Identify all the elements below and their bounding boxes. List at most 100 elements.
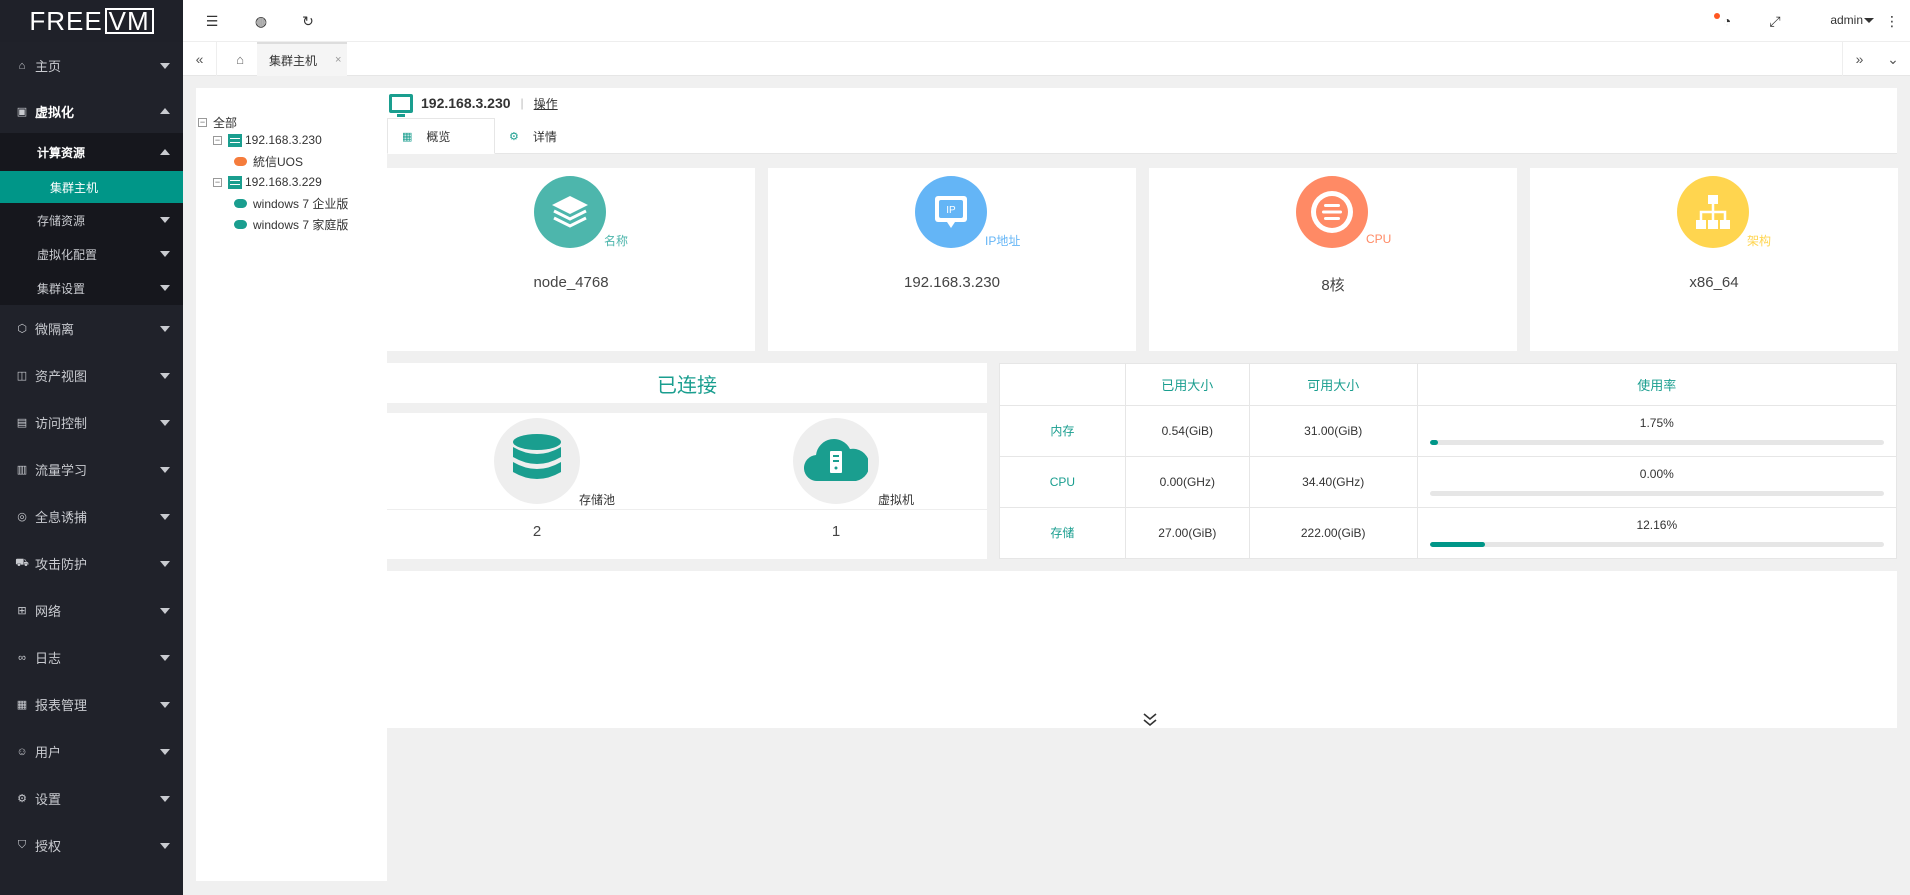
more-vertical-icon[interactable]: ⋮ bbox=[1883, 12, 1901, 30]
card-value: 8核 bbox=[1321, 277, 1345, 294]
sidebar-item-settings[interactable]: ⚙ 设置 bbox=[0, 775, 183, 822]
sitemap-icon bbox=[1677, 176, 1749, 248]
column-header: 可用大小 bbox=[1248, 363, 1418, 406]
sidebar-item-honeypot[interactable]: ◎ 全息诱捕 bbox=[0, 493, 183, 540]
usage-rate-cell: 1.75% bbox=[1416, 404, 1898, 457]
usage-rate-cell: 12.16% bbox=[1416, 506, 1898, 560]
vm-label: 虚拟机 bbox=[878, 493, 915, 507]
refresh-icon[interactable]: ↻ bbox=[299, 12, 317, 30]
sidebar-item-label: 微隔离 bbox=[35, 322, 75, 337]
sidebar-item-traffic-learning[interactable]: ▥ 流量学习 bbox=[0, 446, 183, 493]
target-icon: ◎ bbox=[17, 511, 27, 523]
fullscreen-icon[interactable]: ⤢ bbox=[1766, 12, 1784, 30]
separator: | bbox=[520, 96, 524, 110]
sidebar-item-asset-view[interactable]: ◫ 资产视图 bbox=[0, 352, 183, 399]
car-icon: ⛟ bbox=[15, 556, 29, 569]
sidebar-item-license[interactable]: ⛉ 授权 bbox=[0, 822, 183, 869]
chevron-down-icon bbox=[160, 251, 170, 257]
tree-node-host[interactable]: − 192.168.3.230 bbox=[213, 131, 322, 149]
host-tree: − 全部 − 192.168.3.230 統信UOS − 192.168.3.2… bbox=[196, 88, 387, 881]
tree-node-vm[interactable]: windows 7 家庭版 bbox=[234, 215, 348, 233]
free-cell: 222.00(GiB) bbox=[1248, 506, 1418, 560]
tabs-scroll-right-icon[interactable]: » bbox=[1842, 42, 1876, 76]
link-icon: ∞ bbox=[18, 651, 26, 664]
info-card-name: 名称 node_4768 bbox=[387, 168, 755, 351]
sidebar-item-label: 计算资源 bbox=[37, 145, 86, 160]
close-icon[interactable]: × bbox=[335, 54, 341, 66]
sidebar-item-virtualization[interactable]: ▣ 虚拟化 bbox=[0, 89, 183, 133]
chevron-down-icon bbox=[160, 372, 170, 379]
gear-icon: ⚙ bbox=[17, 793, 27, 805]
home-tab-icon[interactable]: ⌂ bbox=[223, 42, 257, 76]
sidebar-item-reports[interactable]: ▦ 报表管理 bbox=[0, 681, 183, 728]
used-cell: 0.00(GHz) bbox=[1124, 455, 1250, 508]
sidebar-item-micro-segmentation[interactable]: ⬡ 微隔离 bbox=[0, 305, 183, 352]
table-row: 存储 27.00(GiB) 222.00(GiB) 12.16% bbox=[999, 506, 1898, 560]
network-icon: ⊞ bbox=[17, 605, 27, 617]
sidebar-item-network[interactable]: ⊞ 网络 bbox=[0, 587, 183, 634]
chevron-down-icon bbox=[160, 607, 170, 614]
usage-rate-cell: 0.00% bbox=[1416, 455, 1898, 508]
top-header: ☰ ◍ ↻ ◔ ⤢ admin ⋮ bbox=[183, 0, 1910, 42]
sidebar-item-cluster-settings[interactable]: 集群设置 bbox=[0, 271, 183, 305]
info-card-arch: 架构 x86_64 bbox=[1530, 168, 1898, 351]
sidebar-item-access-control[interactable]: ▤ 访问控制 bbox=[0, 399, 183, 446]
free-cell: 34.40(GHz) bbox=[1248, 455, 1418, 508]
double-chevron-down-icon[interactable] bbox=[1142, 711, 1158, 730]
sidebar-item-cluster-host[interactable]: 集群主机 bbox=[0, 171, 183, 203]
sidebar-item-attack-defense[interactable]: ⛟ 攻击防护 bbox=[0, 540, 183, 587]
sidebar-item-label: 报表管理 bbox=[35, 698, 88, 713]
divider bbox=[387, 509, 987, 510]
sidebar-item-home[interactable]: ⌂ 主页 bbox=[0, 42, 183, 89]
collapse-icon[interactable]: − bbox=[213, 177, 222, 187]
tabs-dropdown-icon[interactable]: ⌄ bbox=[1876, 42, 1910, 76]
logo-text-free: FREE bbox=[29, 6, 103, 36]
sidebar-item-label: 资产视图 bbox=[35, 369, 88, 384]
user-menu[interactable]: admin bbox=[1830, 13, 1863, 27]
free-cell: 31.00(GiB) bbox=[1248, 404, 1418, 457]
tree-node-host[interactable]: − 192.168.3.229 bbox=[213, 173, 322, 191]
table-header-row: 已用大小 可用大小 使用率 bbox=[999, 363, 1898, 406]
sidebar-item-storage-resources[interactable]: 存储资源 bbox=[0, 203, 183, 237]
row-header: CPU bbox=[999, 455, 1126, 508]
tab-detail[interactable]: ⚙ 详情 bbox=[495, 118, 557, 154]
chevron-down-icon[interactable] bbox=[1864, 18, 1874, 23]
collapse-icon[interactable]: − bbox=[198, 117, 207, 127]
table-row: 内存 0.54(GiB) 31.00(GiB) 1.75% bbox=[999, 404, 1898, 457]
progress-bar bbox=[1429, 490, 1884, 496]
host-title: 192.168.3.230 bbox=[421, 95, 511, 111]
operation-link[interactable]: 操作 bbox=[534, 95, 558, 112]
sidebar: FREE VM ⌂ 主页 ▣ 虚拟化 计算资源 集群主机 存储资源 虚拟化配置 集… bbox=[0, 0, 183, 895]
table-row: CPU 0.00(GHz) 34.40(GHz) 0.00% bbox=[999, 455, 1898, 508]
tree-node-label: windows 7 企业版 bbox=[253, 196, 349, 211]
menu-toggle-icon[interactable]: ☰ bbox=[203, 12, 221, 30]
card-value: x86_64 bbox=[1689, 274, 1739, 291]
tab-cluster-host[interactable]: 集群主机 × bbox=[257, 42, 347, 76]
column-header bbox=[999, 363, 1126, 406]
home-icon: ⌂ bbox=[18, 59, 26, 72]
tab-overview[interactable]: ▦ 概览 bbox=[387, 118, 495, 154]
tree-node-vm[interactable]: windows 7 企业版 bbox=[234, 194, 348, 212]
theme-icon[interactable]: ◔ bbox=[1718, 12, 1736, 30]
sidebar-item-logs[interactable]: ∞ 日志 bbox=[0, 634, 183, 681]
sidebar-item-compute-resources[interactable]: 计算资源 bbox=[0, 133, 183, 171]
globe-icon[interactable]: ◍ bbox=[252, 12, 270, 30]
vm-count: 1 bbox=[831, 523, 841, 540]
sidebar-item-label: 虚拟化 bbox=[35, 104, 75, 120]
asset-icon: ◫ bbox=[16, 370, 28, 382]
tabs-scroll-left-icon[interactable]: « bbox=[183, 42, 217, 76]
sidebar-item-users[interactable]: ☺ 用户 bbox=[0, 728, 183, 775]
tree-node-vm[interactable]: 統信UOS bbox=[234, 152, 303, 170]
server-icon bbox=[228, 133, 242, 147]
sidebar-item-virtualization-config[interactable]: 虚拟化配置 bbox=[0, 237, 183, 271]
chevron-up-icon bbox=[160, 149, 170, 155]
sidebar-item-label: 攻击防护 bbox=[35, 557, 88, 572]
chevron-down-icon bbox=[160, 466, 170, 473]
collapse-icon[interactable]: − bbox=[213, 135, 222, 145]
info-card-cpu: CPU 8核 bbox=[1149, 168, 1517, 351]
sidebar-item-label: 存储资源 bbox=[37, 213, 86, 228]
connection-body: 存储池 虚拟机 2 1 bbox=[387, 413, 987, 559]
card-label: CPU bbox=[1366, 232, 1392, 246]
tab-bar: « ⌂ 集群主机 × » ⌄ bbox=[183, 42, 1910, 76]
tree-node-all[interactable]: − 全部 bbox=[198, 113, 237, 131]
